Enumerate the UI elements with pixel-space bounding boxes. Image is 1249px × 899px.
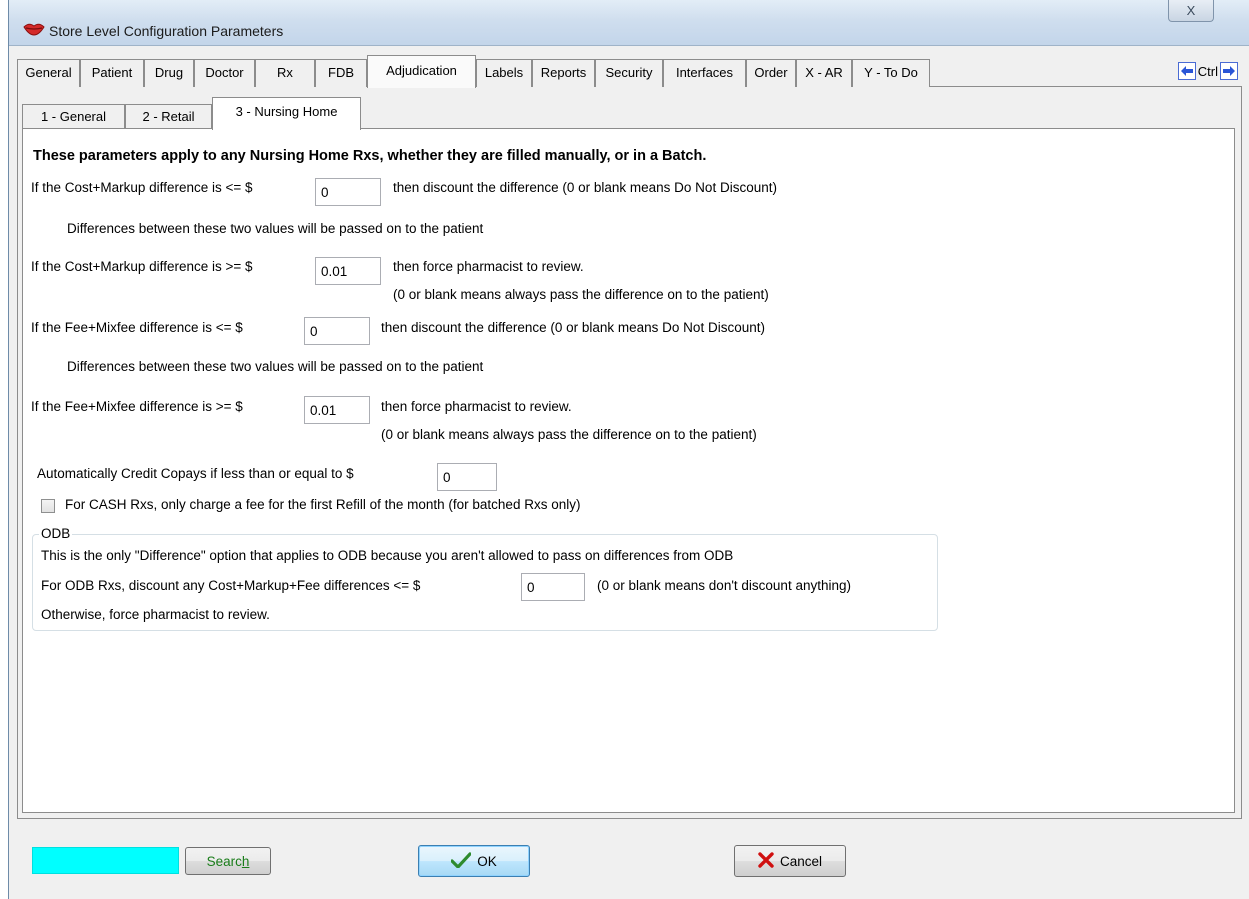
tab-rx[interactable]: Rx <box>255 59 315 87</box>
cost-markup-le-label: If the Cost+Markup difference is <= $ <box>31 180 253 195</box>
panel-heading: These parameters apply to any Nursing Ho… <box>33 148 707 164</box>
odb-legend: ODB <box>39 526 73 541</box>
subtab-nursing-home[interactable]: 3 - Nursing Home <box>212 97 361 130</box>
checkmark-icon <box>450 851 472 871</box>
ok-button-label: OK <box>477 853 497 869</box>
tab-doctor[interactable]: Doctor <box>194 59 255 87</box>
odb-line1: This is the only "Difference" option tha… <box>41 548 734 563</box>
fee-mixfee-ge-input[interactable] <box>304 396 370 424</box>
tab-x-ar[interactable]: X - AR <box>796 59 852 87</box>
fee-mixfee-ge-label: If the Fee+Mixfee difference is >= $ <box>31 399 243 414</box>
tab-y-todo[interactable]: Y - To Do <box>852 59 930 87</box>
fee-mixfee-ge-note: (0 or blank means always pass the differ… <box>381 427 757 442</box>
main-tab-strip: General Patient Drug Doctor Rx FDB Adjud… <box>17 55 1242 88</box>
adjudication-panel: 1 - General 2 - Retail 3 - Nursing Home … <box>17 87 1242 819</box>
tab-drug[interactable]: Drug <box>144 59 194 87</box>
search-button-label: Search <box>206 853 250 869</box>
odb-line3: Otherwise, force pharmacist to review. <box>41 607 270 622</box>
odb-discount-suffix: (0 or blank means don't discount anythin… <box>597 578 851 593</box>
odb-discount-input[interactable] <box>521 573 585 601</box>
fee-mixfee-note: Differences between these two values wil… <box>67 359 484 374</box>
tab-general[interactable]: General <box>17 59 80 87</box>
auto-credit-input[interactable] <box>437 463 497 491</box>
title-bar: Store Level Configuration Parameters X <box>9 0 1249 46</box>
close-icon: X <box>1186 3 1196 18</box>
fee-mixfee-le-suffix: then discount the difference (0 or blank… <box>381 320 765 335</box>
red-x-icon <box>758 851 774 871</box>
sub-tab-strip: 1 - General 2 - Retail 3 - Nursing Home <box>22 96 1235 130</box>
search-input[interactable] <box>32 847 179 874</box>
subtab-retail[interactable]: 2 - Retail <box>125 104 212 129</box>
tab-order[interactable]: Order <box>746 59 796 87</box>
odb-groupbox: ODB This is the only "Difference" option… <box>32 526 938 631</box>
footer-bar: Search OK Cancel <box>9 827 1249 899</box>
fee-mixfee-le-input[interactable] <box>304 317 370 345</box>
auto-credit-label: Automatically Credit Copays if less than… <box>37 466 354 481</box>
cost-markup-ge-note: (0 or blank means always pass the differ… <box>393 287 769 302</box>
odb-discount-label: For ODB Rxs, discount any Cost+Markup+Fe… <box>41 578 421 593</box>
red-lips-icon <box>23 22 45 36</box>
tab-patient[interactable]: Patient <box>80 59 144 87</box>
cash-rx-checkbox[interactable] <box>41 499 55 513</box>
cash-rx-checkbox-label: For CASH Rxs, only charge a fee for the … <box>65 497 581 512</box>
close-button[interactable]: X <box>1168 0 1214 22</box>
subtab-general[interactable]: 1 - General <box>22 104 125 129</box>
cost-markup-note: Differences between these two values wil… <box>67 221 484 236</box>
cost-markup-ge-label: If the Cost+Markup difference is >= $ <box>31 259 253 274</box>
arrow-right-icon[interactable] <box>1220 62 1238 80</box>
tab-labels[interactable]: Labels <box>476 59 532 87</box>
tab-interfaces[interactable]: Interfaces <box>663 59 746 87</box>
tab-adjudication[interactable]: Adjudication <box>367 55 476 88</box>
cancel-button-label: Cancel <box>779 853 823 869</box>
config-window: Store Level Configuration Parameters X G… <box>8 0 1249 899</box>
ctrl-label: Ctrl <box>1197 63 1218 79</box>
cost-markup-le-suffix: then discount the difference (0 or blank… <box>393 180 777 195</box>
cost-markup-ge-input[interactable] <box>315 257 381 285</box>
cost-markup-ge-suffix: then force pharmacist to review. <box>393 259 584 274</box>
ok-button[interactable]: OK <box>418 845 530 877</box>
window-title: Store Level Configuration Parameters <box>49 23 284 39</box>
cancel-button[interactable]: Cancel <box>734 845 846 877</box>
nursing-home-panel: These parameters apply to any Nursing Ho… <box>22 128 1235 813</box>
ctrl-tab-navigator: Ctrl <box>1177 60 1238 82</box>
cost-markup-le-input[interactable] <box>315 178 381 206</box>
fee-mixfee-ge-suffix: then force pharmacist to review. <box>381 399 572 414</box>
tab-fdb[interactable]: FDB <box>315 59 367 87</box>
fee-mixfee-le-label: If the Fee+Mixfee difference is <= $ <box>31 320 243 335</box>
tab-security[interactable]: Security <box>595 59 663 87</box>
tab-reports[interactable]: Reports <box>532 59 595 87</box>
search-button[interactable]: Search <box>185 847 271 875</box>
arrow-left-icon[interactable] <box>1177 62 1196 80</box>
